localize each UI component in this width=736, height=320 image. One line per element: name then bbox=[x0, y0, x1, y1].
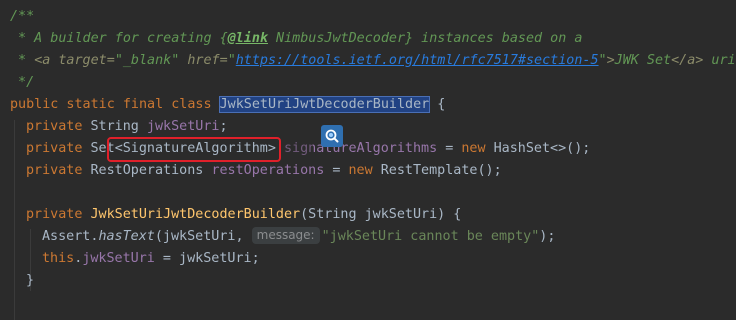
html-tag: <a target= bbox=[34, 53, 115, 68]
type-name[interactable]: String bbox=[91, 119, 147, 134]
html-attr-value: "_blank" bbox=[114, 53, 180, 68]
string-literal: "jwkSetUri cannot be empty" bbox=[321, 229, 540, 244]
type-name[interactable]: RestOperations bbox=[91, 163, 212, 178]
keyword: new bbox=[348, 163, 381, 178]
code-line-5[interactable]: public static final class JwkSetUriJwtDe… bbox=[10, 94, 445, 116]
code-line-1[interactable]: /** bbox=[10, 6, 34, 28]
partial-line-bottom: . bbox=[26, 310, 34, 320]
code-line-12[interactable]: this.jwkSetUri = jwkSetUri; bbox=[42, 248, 260, 270]
comment-open: /** bbox=[10, 9, 35, 24]
code-line-8[interactable]: private RestOperations restOperations = … bbox=[26, 160, 502, 182]
html-tag: </a> bbox=[671, 53, 704, 68]
html-quote: " bbox=[598, 53, 607, 68]
code-line-3[interactable]: * <a target="_blank" href="https://tools… bbox=[10, 50, 736, 72]
constructor-call[interactable]: HashSet<>(); bbox=[494, 141, 591, 156]
doc-url-link[interactable]: https://tools.ietf.org/html/rfc7517#sect… bbox=[236, 53, 599, 68]
comment-text: * A builder for creating { bbox=[10, 31, 228, 46]
comment-fragment: . bbox=[26, 313, 34, 320]
brace: { bbox=[429, 97, 446, 112]
code-line-11[interactable]: Assert.hasText(jwkSetUri, message: "jwkSe… bbox=[42, 226, 555, 248]
parameter-name-hint: message: bbox=[251, 227, 320, 244]
field-name[interactable]: restOperations bbox=[211, 163, 324, 178]
selected-class-name[interactable]: JwkSetUriJwtDecoderBuilder bbox=[218, 96, 431, 113]
keyword-this: this bbox=[42, 251, 75, 266]
constructor-call[interactable]: RestTemplate(); bbox=[381, 163, 502, 178]
code-line-4[interactable]: */ bbox=[10, 72, 34, 94]
closing-brace: } bbox=[26, 273, 35, 288]
html-tag: > bbox=[606, 53, 615, 68]
highlight-annotation-box bbox=[107, 137, 281, 162]
html-attr: href= bbox=[179, 53, 228, 68]
search-magnifier-icon[interactable] bbox=[321, 125, 343, 147]
javadoc-link-tag[interactable]: @link bbox=[228, 31, 268, 46]
comment-text: * bbox=[10, 53, 35, 68]
comment-text: } instances based on a bbox=[405, 31, 583, 46]
javadoc-link-target[interactable]: NimbusJwtDecoder bbox=[268, 31, 405, 46]
call-end: ); bbox=[539, 229, 556, 244]
static-method-call[interactable]: hasText bbox=[98, 229, 154, 244]
comment-text: uri. bbox=[711, 53, 736, 68]
magnifier-glyph bbox=[325, 129, 339, 143]
keyword: private bbox=[26, 119, 91, 134]
operator: = bbox=[324, 163, 349, 178]
keyword: private bbox=[26, 163, 91, 178]
field-name[interactable]: jwkSetUri bbox=[147, 119, 220, 134]
html-quote: " bbox=[227, 53, 236, 68]
code-line-6[interactable]: private String jwkSetUri; bbox=[26, 116, 228, 138]
keyword: public static final class bbox=[10, 97, 220, 112]
code-line-10[interactable]: private JwkSetUriJwtDecoderBuilder(Strin… bbox=[26, 204, 461, 226]
code-editor[interactable]: /** * A builder for creating {@link Nimb… bbox=[0, 0, 736, 320]
tooltip-shadow bbox=[283, 138, 313, 158]
semicolon: ; bbox=[219, 119, 228, 134]
parameter-list: (String jwkSetUri) { bbox=[300, 207, 462, 222]
class-reference[interactable]: Assert. bbox=[42, 229, 98, 244]
code-line-2[interactable]: * A builder for creating {@link NimbusJw… bbox=[10, 28, 582, 50]
constructor-name[interactable]: JwkSetUriJwtDecoderBuilder bbox=[91, 207, 301, 222]
field-name[interactable]: jwkSetUri bbox=[82, 251, 155, 266]
comment-close: */ bbox=[10, 75, 35, 90]
keyword: private bbox=[26, 141, 91, 156]
assignment: = jwkSetUri; bbox=[154, 251, 260, 266]
code-line-13[interactable]: } bbox=[26, 270, 34, 292]
comment-text: JWK Set bbox=[614, 53, 672, 68]
call-args: (jwkSetUri, bbox=[154, 229, 252, 244]
operator: = bbox=[437, 141, 462, 156]
keyword: private bbox=[26, 207, 91, 222]
keyword: new bbox=[461, 141, 494, 156]
indent-guide bbox=[14, 120, 15, 320]
